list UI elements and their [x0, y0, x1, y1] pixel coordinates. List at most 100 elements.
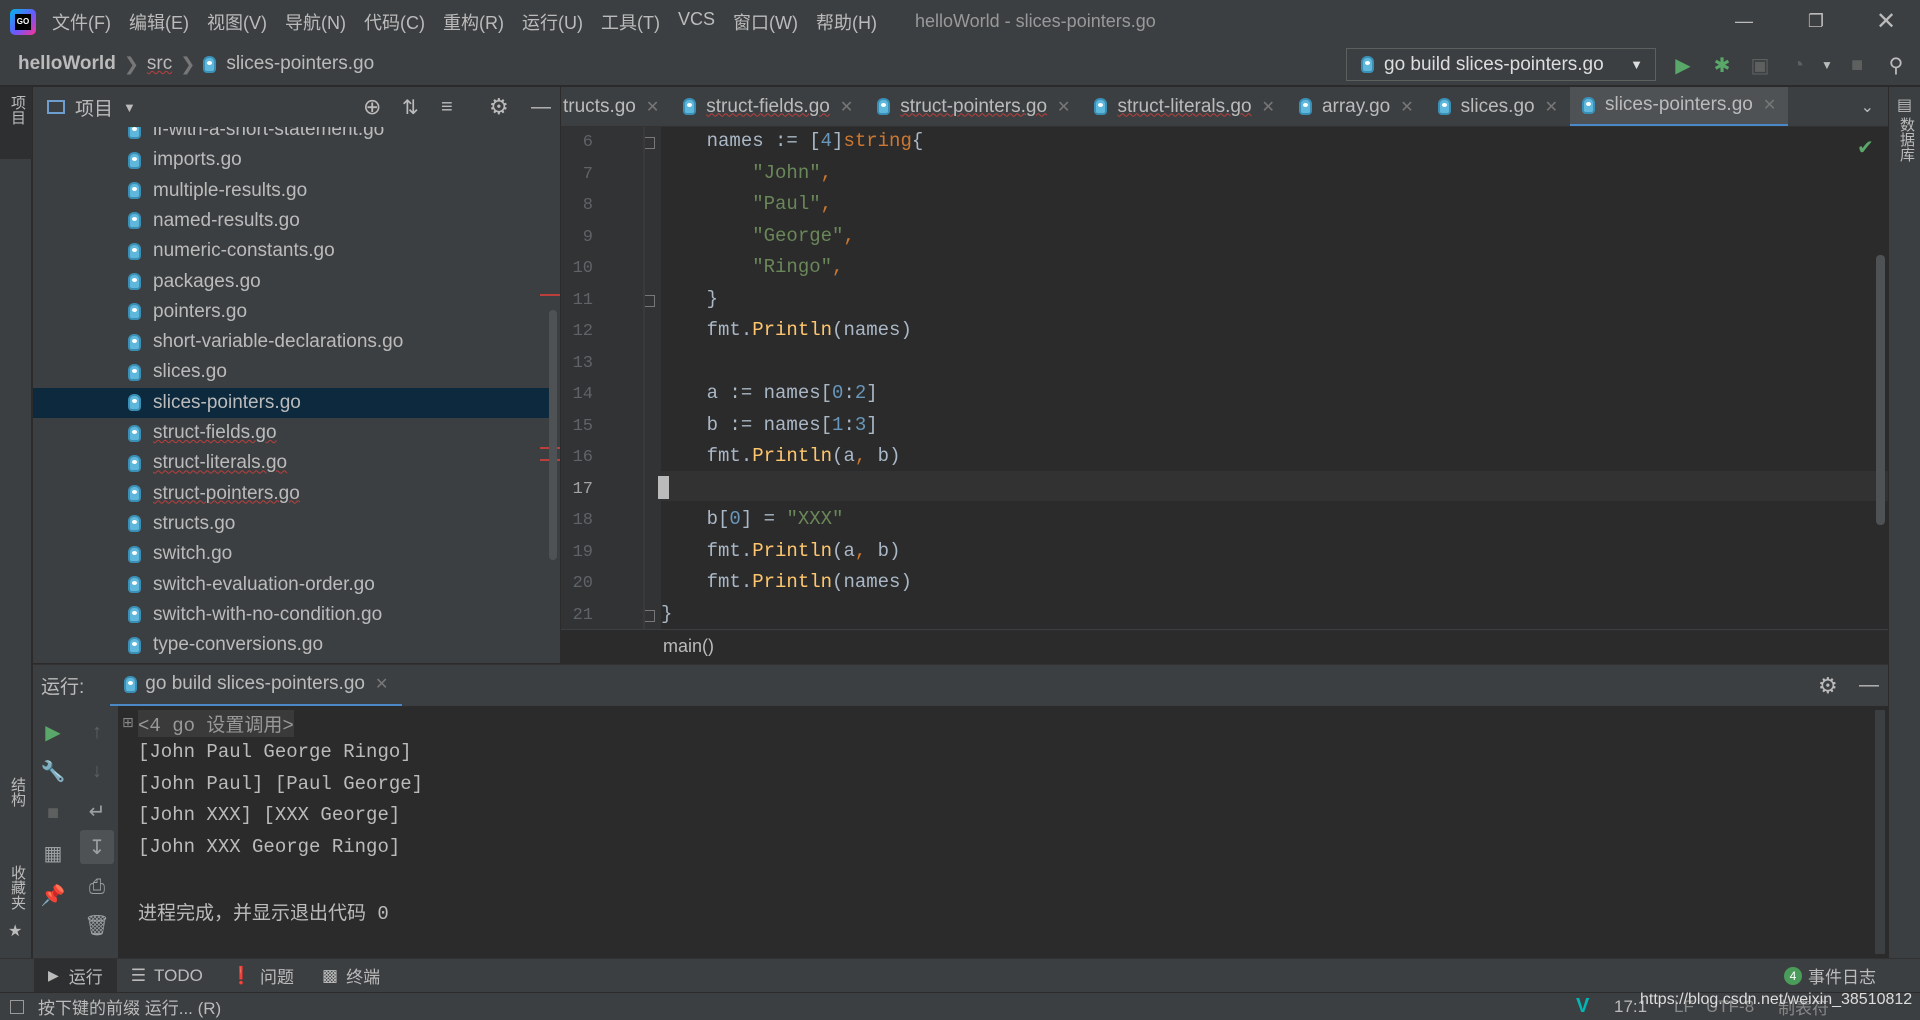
tree-file-item[interactable]: pointers.go [33, 297, 553, 327]
editor-tab[interactable]: slices-pointers.go ✕ [1569, 87, 1789, 126]
coverage-icon[interactable]: ▣ [1745, 50, 1775, 80]
menu-code[interactable]: 代码(C) [364, 9, 425, 35]
tree-file-item[interactable]: type-inference.go [33, 660, 553, 663]
run-console[interactable]: ⊞ <4 go 设置调用> [John Paul George Ringo] [… [118, 706, 1888, 958]
menu-vcs[interactable]: VCS [678, 9, 715, 35]
chevron-down-icon[interactable]: ⌄ [1861, 97, 1874, 117]
layout-icon[interactable]: ▦ [36, 836, 70, 870]
tree-file-item[interactable]: packages.go [33, 267, 553, 297]
project-tool-button[interactable]: 项目 [0, 87, 32, 159]
tree-file-item[interactable]: struct-literals.go [33, 448, 553, 478]
close-tab-icon[interactable]: ✕ [1545, 97, 1558, 117]
rerun-icon[interactable]: ▶ [36, 715, 70, 749]
search-icon[interactable]: ⚲ [1881, 50, 1911, 80]
trash-icon[interactable]: 🗑 [80, 908, 114, 942]
menu-tools[interactable]: 工具(T) [601, 9, 660, 35]
minimize-icon[interactable]: — [1714, 0, 1774, 43]
run-tool-tab[interactable]: ▶ 运行 [34, 958, 117, 993]
breadcrumb-folder[interactable]: src [147, 53, 172, 75]
stop-icon[interactable]: ■ [36, 796, 70, 830]
gear-icon[interactable]: ⚙ [1818, 673, 1838, 699]
close-tab-icon[interactable]: ✕ [1763, 95, 1776, 115]
tree-file-item[interactable]: named-results.go [33, 206, 553, 236]
editor-tab[interactable]: struct-fields.go ✕ [671, 87, 865, 126]
menu-window[interactable]: 窗口(W) [733, 9, 798, 35]
menu-view[interactable]: 视图(V) [207, 9, 267, 35]
run-configuration-select[interactable]: go build slices-pointers.go ▼ [1346, 48, 1656, 81]
close-tab-icon[interactable]: ✕ [646, 97, 659, 117]
chevron-down-icon[interactable]: ▼ [123, 100, 136, 115]
panel-toggle-icon[interactable] [10, 999, 24, 1014]
structure-tool-label[interactable]: 结构 [7, 777, 28, 807]
scroll-to-end-icon[interactable]: ↧ [80, 830, 114, 864]
code-editor[interactable]: 6 7 8 9 10 11 12 13 14 15 16 17 18 19 20 21 names := [4… [561, 127, 1888, 629]
todo-tool-tab[interactable]: ☰ TODO [117, 959, 217, 993]
editor-tab[interactable]: tructs.go ✕ [561, 87, 671, 126]
menu-navigate[interactable]: 导航(N) [285, 9, 346, 35]
soft-wrap-icon[interactable]: ↵ [80, 794, 114, 828]
profile-icon[interactable]: ◔ [1783, 50, 1813, 80]
editor-scrollbar[interactable] [1876, 255, 1885, 525]
tree-scrollbar[interactable] [549, 310, 557, 560]
run-tab[interactable]: go build slices-pointers.go ✕ [110, 665, 403, 707]
project-panel-title[interactable]: 项目 [75, 94, 113, 121]
tree-file-item[interactable]: imports.go [33, 145, 553, 175]
fold-expand-icon[interactable]: ⊞ [122, 714, 134, 731]
run-icon[interactable]: ▶ [1668, 50, 1698, 80]
folded-command[interactable]: <4 go 设置调用> [138, 710, 294, 737]
tree-file-item[interactable]: if-with-a-short-statement.go [33, 127, 553, 145]
editor-tab[interactable]: slices.go ✕ [1426, 87, 1570, 126]
console-scrollbar[interactable] [1875, 710, 1885, 954]
database-tool-label[interactable]: 数据库 [1896, 117, 1917, 162]
tree-file-item[interactable]: struct-fields.go [33, 418, 553, 448]
menu-help[interactable]: 帮助(H) [816, 9, 877, 35]
arrow-up-icon[interactable]: ↑ [80, 715, 114, 749]
menu-edit[interactable]: 编辑(E) [129, 9, 189, 35]
tree-file-item[interactable]: struct-pointers.go [33, 479, 553, 509]
pin-icon[interactable]: 📌 [36, 878, 70, 912]
collapse-all-icon[interactable]: ≡ [441, 96, 453, 119]
breadcrumb-project[interactable]: helloWorld [18, 53, 116, 75]
editor-tab[interactable]: struct-literals.go ✕ [1082, 87, 1287, 126]
close-tab-icon[interactable]: ✕ [1400, 97, 1413, 117]
tree-file-item[interactable]: numeric-constants.go [33, 236, 553, 266]
terminal-tool-tab[interactable]: ▩ 终端 [308, 959, 394, 993]
tree-file-item[interactable]: switch-with-no-condition.go [33, 600, 553, 630]
menu-file[interactable]: 文件(F) [52, 9, 111, 35]
tree-file-item[interactable]: slices-pointers.go [33, 387, 553, 418]
event-log-tool-tab[interactable]: 4 事件日志 [1770, 959, 1890, 993]
check-icon[interactable]: ✔ [1857, 135, 1874, 160]
editor-tab[interactable]: array.go ✕ [1287, 87, 1426, 126]
menu-refactor[interactable]: 重构(R) [443, 9, 504, 35]
hide-panel-icon[interactable]: — [531, 96, 551, 119]
arrow-down-icon[interactable]: ↓ [80, 754, 114, 788]
close-tab-icon[interactable]: ✕ [1262, 97, 1275, 117]
tree-file-item[interactable]: structs.go [33, 509, 553, 539]
tree-file-item[interactable]: slices.go [33, 357, 553, 387]
wrench-icon[interactable]: 🔧 [36, 754, 70, 788]
tree-file-item[interactable]: switch.go [33, 539, 553, 569]
close-icon[interactable]: ✕ [1856, 0, 1916, 43]
hide-panel-icon[interactable]: — [1859, 674, 1879, 697]
print-icon[interactable]: ⎙ [80, 870, 114, 904]
close-tab-icon[interactable]: ✕ [375, 674, 388, 694]
more-run-options-icon[interactable]: ▼ [1812, 50, 1842, 80]
gear-icon[interactable]: ⚙ [489, 94, 509, 120]
debug-icon[interactable]: ✱ [1707, 50, 1737, 80]
code-breadcrumb-function[interactable]: main() [663, 636, 714, 657]
locate-file-icon[interactable]: ⊕ [363, 94, 381, 120]
menu-run[interactable]: 运行(U) [522, 9, 583, 35]
vim-icon[interactable]: V [1576, 995, 1589, 1018]
tree-file-item[interactable]: type-conversions.go [33, 630, 553, 660]
problems-tool-tab[interactable]: ❗ 问题 [217, 959, 308, 993]
tree-file-item[interactable]: multiple-results.go [33, 176, 553, 206]
tree-file-item[interactable]: short-variable-declarations.go [33, 327, 553, 357]
favorites-tool-label[interactable]: 收藏夹 [7, 865, 28, 910]
stop-icon[interactable]: ■ [1842, 50, 1872, 80]
restore-icon[interactable]: ❐ [1786, 0, 1846, 43]
tree-file-item[interactable]: switch-evaluation-order.go [33, 570, 553, 600]
breadcrumb-file[interactable]: slices-pointers.go [226, 53, 374, 75]
close-tab-icon[interactable]: ✕ [1057, 97, 1070, 117]
editor-tab[interactable]: struct-pointers.go ✕ [865, 87, 1082, 126]
expand-all-icon[interactable]: ⇅ [402, 95, 419, 120]
